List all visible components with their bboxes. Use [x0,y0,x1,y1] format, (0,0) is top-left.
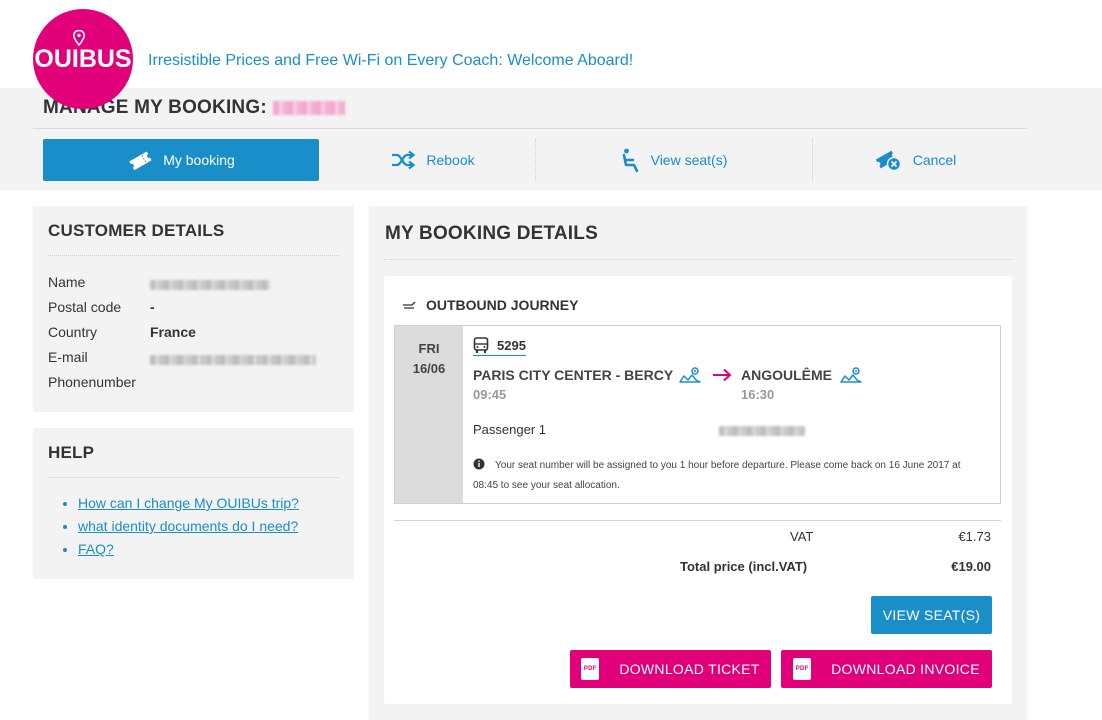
field-value-country: France [150,324,196,340]
bus-icon [473,337,489,353]
tab-label: Rebook [426,152,475,168]
bus-number-value: 5295 [497,338,526,353]
map-icon[interactable] [679,366,701,384]
help-links: How can I change My OUIBUs trip? what id… [78,495,299,564]
seat-notice: Your seat number will be assigned to you… [473,460,961,491]
total-label: Total price (incl.VAT) [680,559,808,574]
divider [384,259,1012,260]
divider [394,520,1001,521]
vat-label: VAT [790,529,814,544]
total-value: €19.00 [951,559,991,574]
pdf-icon: PDF [581,658,600,680]
map-icon[interactable] [840,366,862,384]
download-invoice-button[interactable]: PDF DOWNLOAD INVOICE [781,650,992,688]
button-label: VIEW SEAT(S) [882,607,981,623]
arrival-time: 16:30 [741,387,775,402]
field-label-country: Country [48,324,98,340]
help-panel: HELP How can I change My OUIBUs trip? wh… [33,428,354,579]
field-label-email: E-mail [48,349,88,365]
redacted-passenger-name [719,426,805,436]
cancel-ticket-icon [875,150,901,172]
customer-details-panel: CUSTOMER DETAILS Name Postal code - Coun… [33,206,354,412]
journey-date-value: 16/06 [412,361,446,376]
tab-cancel[interactable]: Cancel [813,139,1018,181]
arrow-right-icon [713,368,732,382]
button-label: DOWNLOAD INVOICE [831,661,980,677]
vat-value: €1.73 [958,529,991,544]
tab-label: Cancel [912,152,957,168]
journey-date: FRI 16/06 [395,326,463,503]
pdf-icon: PDF [793,658,812,680]
tagline: Irresistible Prices and Free Wi-Fi on Ev… [148,52,634,69]
arrival-station: ANGOULÊME [741,367,832,383]
bus-departure-icon [403,301,416,309]
seat-icon [622,148,638,172]
field-label-name: Name [48,274,86,290]
tab-view-seats[interactable]: View seat(s) [536,139,812,181]
tab-label: My booking [163,152,235,168]
passenger-label: Passenger 1 [473,422,546,437]
redacted-name [150,280,270,290]
customer-details-heading: CUSTOMER DETAILS [48,221,225,240]
help-link-change-trip[interactable]: How can I change My OUIBUs trip? [78,495,299,511]
shuffle-icon [392,150,416,170]
field-value-email [150,352,316,368]
download-ticket-button[interactable]: PDF DOWNLOAD TICKET [570,650,771,688]
help-link-faq[interactable]: FAQ? [78,541,114,557]
divider [33,128,1027,129]
help-heading: HELP [48,443,95,462]
booking-reference-redacted [272,100,345,115]
field-label-postal-code: Postal code [48,299,122,315]
bus-number[interactable]: 5295 [473,337,526,356]
list-item: what identity documents do I need? [78,518,299,534]
divider [48,255,339,256]
list-item: FAQ? [78,541,299,557]
ticket-icon [129,151,152,170]
view-seats-button[interactable]: VIEW SEAT(S) [871,596,992,634]
field-value-name [150,277,270,293]
help-link-identity-documents[interactable]: what identity documents do I need? [78,518,298,534]
tab-rebook[interactable]: Rebook [330,139,535,181]
redacted-email [150,355,316,365]
logo-text: OUIBUS [34,45,132,73]
field-label-phone: Phonenumber [48,374,136,390]
booking-details-heading: MY BOOKING DETAILS [385,223,598,244]
location-pin-icon [73,30,85,46]
departure-time: 09:45 [473,387,507,402]
tab-my-booking[interactable]: My booking [43,139,319,181]
divider [48,477,339,478]
button-label: DOWNLOAD TICKET [619,661,760,677]
ouibus-logo[interactable]: OUIBUS [33,9,133,109]
journey-day: FRI [418,341,440,356]
outbound-journey-label: OUTBOUND JOURNEY [426,297,579,313]
departure-station: PARIS CITY CENTER - BERCY [473,367,674,383]
tab-label: View seat(s) [650,152,728,168]
list-item: How can I change My OUIBUs trip? [78,495,299,511]
field-value-postal-code: - [150,299,155,315]
